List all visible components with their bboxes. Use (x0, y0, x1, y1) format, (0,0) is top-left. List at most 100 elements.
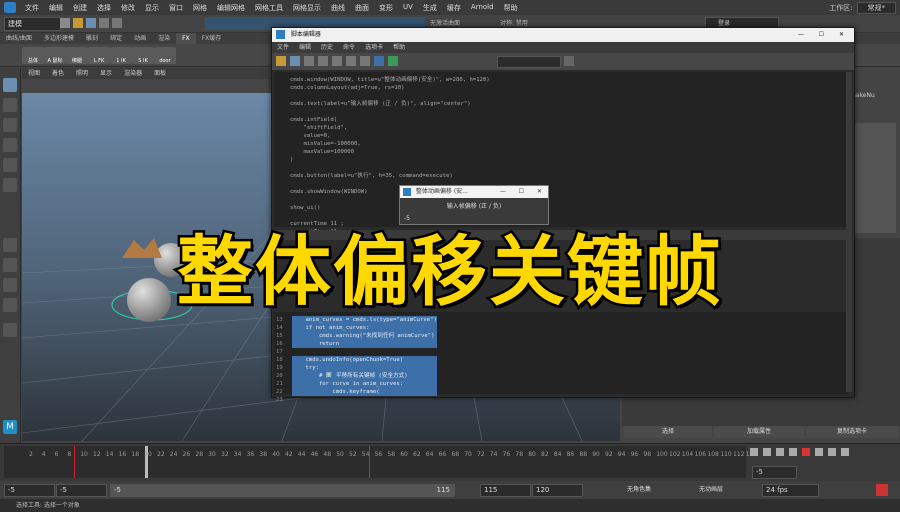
paint-select-icon[interactable] (3, 118, 17, 132)
layout-four-icon[interactable] (3, 258, 17, 272)
playback-start-field[interactable]: -5 (56, 484, 107, 497)
playback-end-field[interactable]: 115 (480, 484, 531, 497)
viewport-menu-item[interactable]: 着色 (46, 68, 70, 79)
menu-item[interactable]: 网格工具 (250, 3, 288, 13)
menu-item[interactable]: 帮助 (499, 3, 523, 13)
range-slider-bar[interactable]: -5 115 (110, 484, 455, 497)
auto-key-icon[interactable] (876, 484, 888, 496)
scene-end-field[interactable]: 120 (532, 484, 583, 497)
go-start-icon[interactable] (750, 448, 758, 456)
menu-item[interactable]: Arnold (466, 3, 499, 13)
menu-item[interactable]: 生成 (418, 3, 442, 13)
menu-item[interactable]: 曲面 (350, 3, 374, 13)
anim-layer-select[interactable]: 无动画层 (696, 484, 751, 495)
shelf-tab[interactable]: 绑定 (104, 33, 128, 44)
play-back-icon[interactable] (789, 448, 797, 456)
viewport-menu-item[interactable]: 渲染器 (118, 68, 148, 79)
lasso-tool-icon[interactable] (3, 98, 17, 112)
character-set-select[interactable]: 无角色集 (624, 484, 679, 495)
step-forward-icon[interactable] (828, 448, 836, 456)
shelf-tab[interactable]: 多边形建模 (38, 33, 80, 44)
load-attributes-button[interactable]: 加载属性 (714, 426, 804, 438)
scale-tool-icon[interactable] (3, 178, 17, 192)
shelf-button[interactable]: L FK (88, 47, 110, 64)
menu-item[interactable]: 网格显示 (288, 3, 326, 13)
shelf-tab[interactable]: 动画 (128, 33, 152, 44)
move-tool-icon[interactable] (3, 138, 17, 152)
play-icon[interactable] (815, 448, 823, 456)
script-menu-item[interactable]: 历史 (316, 42, 338, 53)
menu-item[interactable]: 编辑网格 (212, 3, 250, 13)
shelf-button[interactable]: A 鼠标 (44, 47, 66, 64)
open-scene-icon[interactable] (73, 18, 83, 28)
redo-icon[interactable] (112, 18, 122, 28)
time-slider-track[interactable]: 2 4 6 8 10 12 14 16 18 20 22 24 26 28 30 32 34 36 38 40 42 44… (4, 446, 757, 478)
symmetry-label[interactable]: 对称: 禁用 (500, 18, 528, 27)
attribute-list[interactable] (854, 123, 896, 233)
minimize-icon[interactable]: — (798, 28, 804, 42)
shelf-button[interactable]: door (154, 47, 176, 64)
stop-icon[interactable] (802, 448, 810, 456)
menu-item[interactable]: 曲线 (326, 3, 350, 13)
save-script-icon[interactable] (290, 56, 300, 66)
script-menu-item[interactable]: 帮助 (388, 42, 410, 53)
rotate-tool-icon[interactable] (3, 158, 17, 172)
open-script-icon[interactable] (276, 56, 286, 66)
outliner-layout-icon[interactable] (3, 298, 17, 312)
minimize-icon[interactable]: — (500, 186, 506, 198)
maximize-icon[interactable]: ☐ (819, 28, 824, 42)
new-scene-icon[interactable] (60, 18, 70, 28)
sphere-object[interactable] (127, 278, 171, 322)
script-menu-item[interactable]: 选项卡 (360, 42, 388, 53)
shelf-tab[interactable]: 渲染 (152, 33, 176, 44)
offset-field[interactable]: -5 (404, 215, 410, 222)
scrollbar[interactable] (846, 72, 852, 392)
copy-tab-button[interactable]: 复制选项卡 (806, 426, 898, 438)
select-tool-icon[interactable] (3, 78, 17, 92)
viewport-menu-item[interactable]: 视图 (22, 68, 46, 79)
script-menu-item[interactable]: 命令 (338, 42, 360, 53)
sphere-object[interactable] (154, 243, 188, 277)
menu-item[interactable]: 修改 (116, 3, 140, 13)
menu-item[interactable]: 创建 (68, 3, 92, 13)
maximize-icon[interactable]: ☐ (519, 186, 524, 198)
workspace-select[interactable]: 常规* (856, 1, 896, 14)
clear-input-icon[interactable] (318, 56, 328, 66)
shelf-button[interactable]: 绑腿 (66, 47, 88, 64)
go-end-icon[interactable] (841, 448, 849, 456)
echo-icon[interactable] (346, 56, 356, 66)
clear-all-icon[interactable] (332, 56, 342, 66)
layout-side-icon[interactable] (3, 278, 17, 292)
menu-item[interactable]: 显示 (140, 3, 164, 13)
step-back-icon[interactable] (776, 448, 784, 456)
shelf-tab[interactable]: FX缓存 (196, 33, 228, 44)
script-menu-item[interactable]: 文件 (272, 42, 294, 53)
close-icon[interactable]: ✕ (839, 28, 844, 42)
shelf-tab[interactable]: FX (176, 33, 196, 44)
menu-item[interactable]: 变形 (374, 3, 398, 13)
save-scene-icon[interactable] (86, 18, 96, 28)
search-icon[interactable] (3, 323, 17, 337)
select-button[interactable]: 选择 (624, 426, 712, 438)
menu-item[interactable]: 文件 (20, 3, 44, 13)
maya-m-icon[interactable]: M (3, 420, 17, 434)
menu-item[interactable]: 网格 (188, 3, 212, 13)
menu-item[interactable]: 缓存 (442, 3, 466, 13)
menu-item[interactable]: 编辑 (44, 3, 68, 13)
step-back-key-icon[interactable] (763, 448, 771, 456)
viewport-menu-item[interactable]: 显示 (94, 68, 118, 79)
close-icon[interactable]: ✕ (537, 186, 542, 198)
input-pane[interactable]: 13 14 15 16 17 18 19 20 21 22 23 anim_curves = cmd… (274, 312, 848, 403)
current-frame-field[interactable]: -5 (752, 466, 797, 479)
script-editor-titlebar[interactable]: 脚本编辑器 — ☐ ✕ (272, 28, 854, 42)
menu-item[interactable]: 窗口 (164, 3, 188, 13)
offset-dialog-titlebar[interactable]: 整体动画偏移 (安... — ☐ ✕ (400, 186, 548, 198)
search-icon[interactable] (564, 56, 574, 66)
scene-start-field[interactable]: -5 (4, 484, 55, 497)
menu-item[interactable]: UV (398, 3, 418, 13)
shelf-tab[interactable]: 曲线/曲面 (0, 33, 38, 44)
line-numbers-icon[interactable] (360, 56, 370, 66)
show-stack-icon[interactable] (374, 56, 384, 66)
fps-select[interactable]: 24 fps (762, 484, 819, 497)
mode-select[interactable]: 建模 (4, 17, 61, 31)
